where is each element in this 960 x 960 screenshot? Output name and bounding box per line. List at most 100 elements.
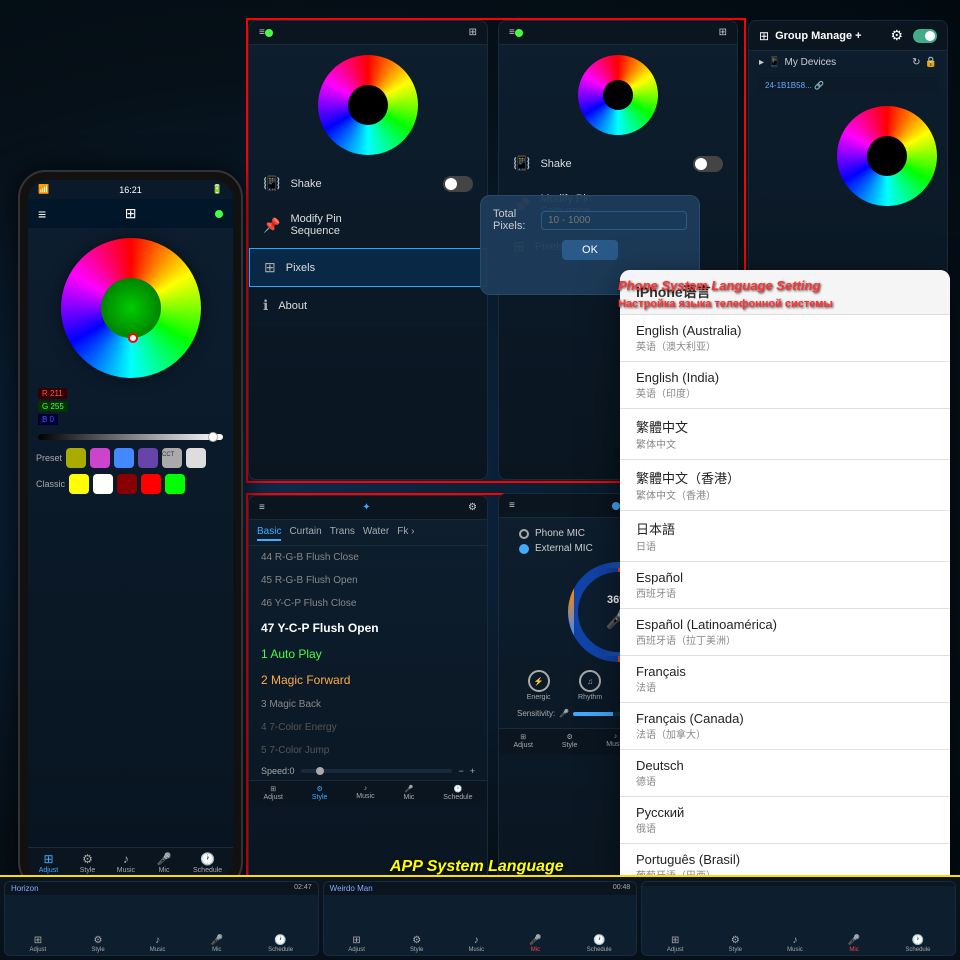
b3-music[interactable]: ♪ Music [787,935,803,953]
classic-swatch-darkred[interactable] [117,474,137,494]
b2-music[interactable]: ♪ Music [468,935,484,953]
device-item-1[interactable]: 24-1B1B58... 🔗 [757,77,939,94]
m-nav-adjust[interactable]: ⊞ Adjust [513,733,532,749]
color-wheel[interactable] [61,238,201,378]
b3-style[interactable]: ⚙ Style [729,935,742,953]
tab-curtain[interactable]: Curtain [289,524,321,541]
b3-mic[interactable]: 🎤 Mic [848,935,860,953]
preset-swatch-2[interactable] [90,448,110,468]
lang-item-10[interactable]: Русский 俄语 [620,797,950,844]
phone-mic-radio[interactable] [519,529,529,539]
speed-handle[interactable] [316,767,324,775]
energic-circle[interactable]: ⚡ [528,670,550,692]
menu-pixels[interactable]: ⊞ Pixels [249,248,487,287]
color-wheel-area[interactable] [28,228,233,383]
mic-mode-rhythm[interactable]: ♫ Rhythm [578,670,602,701]
b3-schedule[interactable]: 🕐 Schedule [905,935,930,953]
external-mic-radio[interactable] [519,544,529,554]
lang-item-6[interactable]: Español (Latinoamérica) 西班牙语（拉丁美洲） [620,609,950,656]
rhythm-circle[interactable]: ♫ [579,670,601,692]
tab-water[interactable]: Water [363,524,389,541]
brightness-slider[interactable] [38,434,223,440]
style-item-7[interactable]: 4 7-Color Energy [249,716,487,739]
sliders-icon[interactable]: ⊞ [125,205,137,222]
s-nav-music[interactable]: ♪ Music [356,785,374,801]
speed-plus[interactable]: + [470,766,475,776]
panel-color-wheel[interactable] [318,55,418,155]
b2-mic[interactable]: 🎤 Mic [529,935,541,953]
right-top-wheel[interactable] [578,55,658,135]
lang-item-3[interactable]: 繁體中文（香港） 繁体中文（香港） [620,460,950,511]
preset-swatch-3[interactable] [114,448,134,468]
style-item-1[interactable]: 45 R-G-B Flush Open [249,569,487,592]
style-item-3[interactable]: 47 Y-C-P Flush Open [249,615,487,641]
lang-item-7[interactable]: Français 法语 [620,656,950,703]
color-pointer[interactable] [128,333,138,343]
lang-item-4[interactable]: 日本語 日语 [620,511,950,562]
m-nav-style[interactable]: ⚙ Style [562,733,578,749]
nav-music[interactable]: ♪ Music [117,852,135,874]
lang-item-1[interactable]: English (India) 英语（印度） [620,362,950,409]
s-nav-schedule[interactable]: 🕐 Schedule [443,785,472,801]
menu-shake[interactable]: 📳 Shake [249,165,487,203]
lang-item-0[interactable]: English (Australia) 英语（澳大利亚） [620,315,950,362]
s-nav-mic[interactable]: 🎤 Mic [403,785,414,801]
gm-settings-icon[interactable]: ⚙ [890,27,903,44]
classic-swatch-green[interactable] [165,474,185,494]
pixel-input[interactable] [541,211,687,230]
style-item-2[interactable]: 46 Y-C-P Flush Close [249,592,487,615]
b3-adjust[interactable]: ⊞ Adjust [667,935,684,953]
mic-mode-energic[interactable]: ⚡ Energic [527,670,551,701]
lang-item-8[interactable]: Français (Canada) 法语（加拿大） [620,703,950,750]
b1-adjust[interactable]: ⊞ Adjust [30,935,47,953]
speed-minus[interactable]: − [458,766,463,776]
classic-swatch-red[interactable] [141,474,161,494]
style-item-8[interactable]: 5 7-Color Jump [249,739,487,762]
s-settings-icon[interactable]: ⚙ [468,502,477,513]
b2-schedule[interactable]: 🕐 Schedule [587,935,612,953]
lang-item-2[interactable]: 繁體中文 繁体中文 [620,409,950,460]
nav-style[interactable]: ⚙ Style [80,852,96,874]
header-grid-icon[interactable]: ⊞ [469,27,477,38]
nav-adjust[interactable]: ⊞ Adjust [39,852,58,874]
tab-trans[interactable]: Trans [330,524,355,541]
r-menu-shake[interactable]: 📳 Shake [499,145,737,183]
style-item-5[interactable]: 2 Magic Forward [249,667,487,693]
lock-icon[interactable]: 🔒 [925,57,937,68]
nav-mic[interactable]: 🎤 Mic [157,852,172,874]
tab-basic[interactable]: Basic [257,524,281,541]
shake-toggle[interactable] [443,176,473,192]
r-header-grid-icon[interactable]: ⊞ [719,27,727,38]
b1-style[interactable]: ⚙ Style [91,935,104,953]
lang-item-5[interactable]: Español 西班牙语 [620,562,950,609]
nav-schedule[interactable]: 🕐 Schedule [193,852,222,874]
preset-swatch-white[interactable] [186,448,206,468]
style-item-6[interactable]: 3 Magic Back [249,693,487,716]
b1-schedule[interactable]: 🕐 Schedule [268,935,293,953]
refresh-icon[interactable]: ↻ [912,57,920,68]
preset-swatch-4[interactable] [138,448,158,468]
classic-swatch-white[interactable] [93,474,113,494]
b2-adjust[interactable]: ⊞ Adjust [348,935,365,953]
far-right-wheel[interactable] [837,106,937,206]
lang-item-9[interactable]: Deutsch 德语 [620,750,950,797]
ok-button[interactable]: OK [562,240,618,260]
menu-about[interactable]: ℹ About [249,287,487,325]
s-nav-adjust[interactable]: ⊞ Adjust [263,785,282,801]
s-nav-style[interactable]: ⚙ Style [312,785,328,801]
classic-swatch-yellow[interactable] [69,474,89,494]
gm-toggle[interactable] [913,29,937,43]
brightness-handle[interactable] [208,432,218,442]
preset-swatch-1[interactable] [66,448,86,468]
b1-mic[interactable]: 🎤 Mic [211,935,223,953]
style-item-4[interactable]: 1 Auto Play [249,641,487,667]
speed-slider[interactable] [301,769,453,773]
menu-modify-pin[interactable]: 📌 Modify PinSequence [249,203,487,248]
style-item-0[interactable]: 44 R-G-B Flush Close [249,546,487,569]
b1-music[interactable]: ♪ Music [150,935,166,953]
r-shake-toggle[interactable] [693,156,723,172]
menu-icon[interactable]: ≡ [38,206,46,222]
tab-fk[interactable]: Fk › [397,524,414,541]
preset-swatch-cct[interactable]: CCT [162,448,182,468]
b2-style[interactable]: ⚙ Style [410,935,423,953]
